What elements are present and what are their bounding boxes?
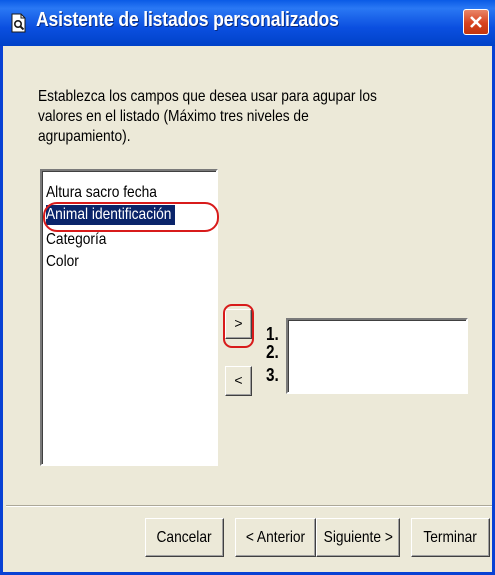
list-item[interactable]: Color — [46, 252, 79, 272]
previous-button[interactable]: < Anterior — [235, 518, 316, 557]
cancel-button-label: Cancelar — [156, 528, 213, 546]
selection-annotation-circle — [43, 202, 219, 232]
window-title: Asistente de listados personalizados — [36, 9, 339, 31]
next-button[interactable]: Siguiente > — [316, 518, 400, 557]
document-search-icon — [11, 13, 26, 33]
level-number-3: 3. — [266, 365, 279, 385]
cancel-button[interactable]: Cancelar — [145, 518, 224, 557]
list-item[interactable]: Categoría — [46, 230, 106, 250]
level-number-1: 1. — [266, 324, 279, 344]
finish-button[interactable]: Terminar — [411, 518, 490, 557]
level-number-2: 2. — [266, 342, 279, 362]
list-item[interactable]: Altura sacro fecha — [46, 183, 157, 203]
instructions-text: Establezca los campos que desea usar par… — [38, 88, 377, 145]
divider — [6, 505, 492, 507]
close-icon — [470, 16, 482, 28]
grouping-levels-list[interactable] — [286, 318, 468, 394]
previous-button-label: < Anterior — [245, 528, 306, 546]
button-annotation-circle — [223, 304, 254, 348]
next-button-label: Siguiente > — [323, 528, 393, 546]
remove-field-button[interactable]: < — [225, 366, 252, 396]
title-bar[interactable]: Asistente de listados personalizados — [0, 0, 495, 46]
wizard-dialog: Asistente de listados personalizados Est… — [0, 0, 495, 575]
finish-button-label: Terminar — [423, 528, 478, 546]
close-button[interactable] — [463, 9, 489, 35]
